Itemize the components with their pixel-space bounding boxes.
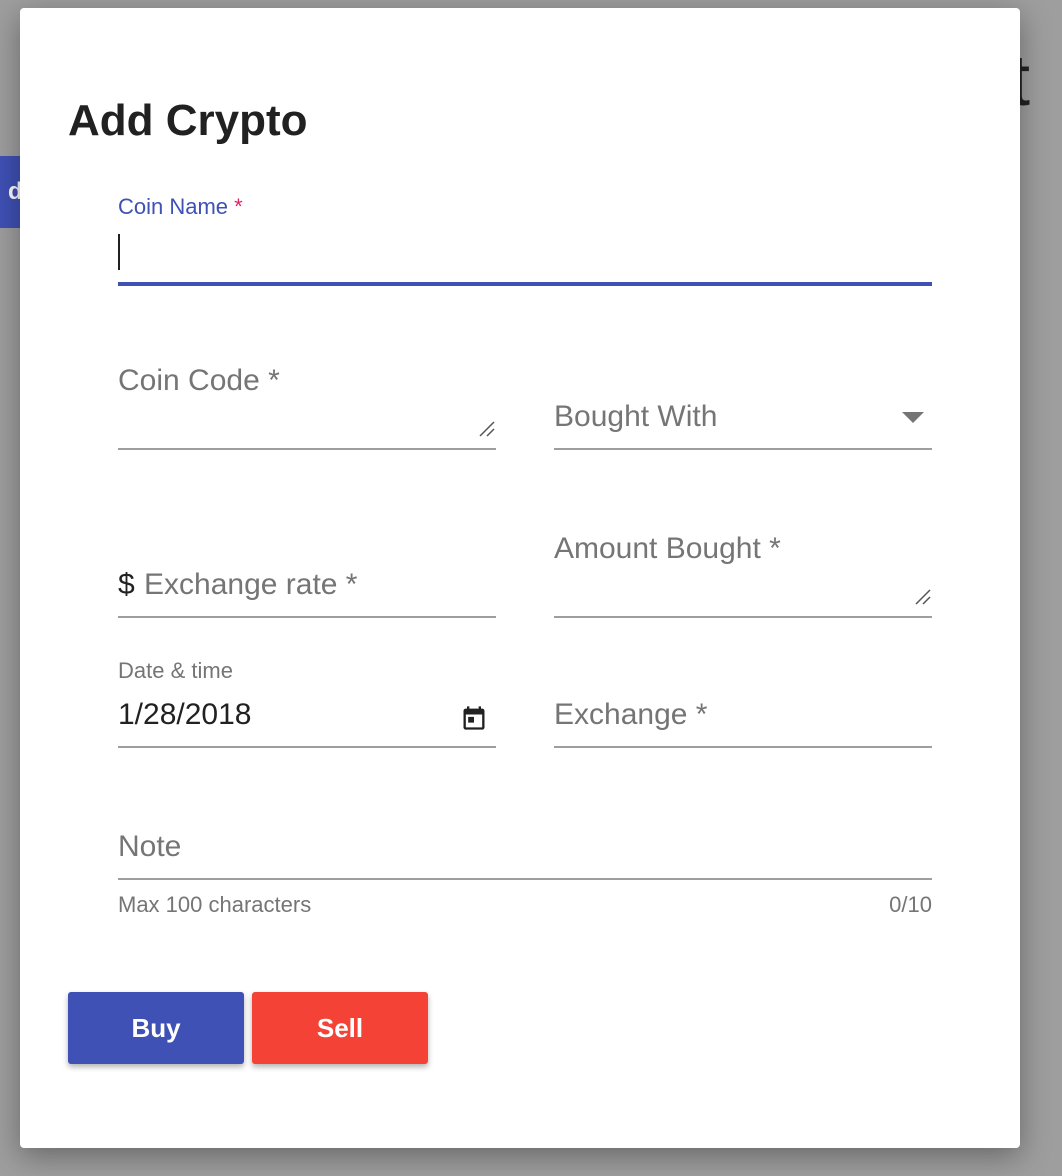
note-underline <box>118 878 932 880</box>
note-character-counter: 0/10 <box>889 892 932 917</box>
note-field[interactable]: Note <box>118 830 932 880</box>
amount-bought-underline <box>554 616 932 618</box>
note-helper-text: Max 100 characters <box>118 892 312 917</box>
exchange-field[interactable]: Exchange * <box>554 698 932 748</box>
coin-name-label: Coin Name * <box>118 194 243 219</box>
exchange-label: Exchange * <box>554 698 708 731</box>
currency-prefix: $ <box>118 568 135 601</box>
text-cursor <box>118 234 120 270</box>
add-crypto-dialog: Add Crypto Coin Name * Coin Code * Bough… <box>20 8 1020 1148</box>
coin-name-underline <box>118 282 932 286</box>
coin-name-field[interactable]: Coin Name * <box>118 194 932 286</box>
dropdown-arrow-icon[interactable] <box>902 412 924 423</box>
bought-with-label: Bought With <box>554 400 718 433</box>
exchange-rate-label: Exchange rate * <box>144 568 358 601</box>
amount-bought-field[interactable]: Amount Bought * <box>554 532 932 618</box>
bought-with-underline <box>554 448 932 450</box>
amount-bought-label: Amount Bought * <box>554 532 781 565</box>
dialog-title: Add Crypto <box>68 96 308 145</box>
resize-handle-icon[interactable] <box>478 420 496 438</box>
calendar-icon[interactable] <box>460 704 488 732</box>
date-time-value: 1/28/2018 <box>118 698 252 731</box>
coin-code-underline <box>118 448 496 450</box>
exchange-rate-field[interactable]: $ Exchange rate * <box>118 568 496 618</box>
note-label: Note <box>118 830 182 863</box>
bought-with-select[interactable]: Bought With <box>554 400 932 450</box>
resize-handle-icon[interactable] <box>914 588 932 606</box>
exchange-rate-underline <box>118 616 496 618</box>
date-time-label: Date & time <box>118 658 233 683</box>
date-time-field[interactable]: Date & time 1/28/2018 <box>118 658 496 748</box>
coin-code-label: Coin Code * <box>118 364 280 397</box>
coin-code-field[interactable]: Coin Code * <box>118 364 496 450</box>
buy-button[interactable]: Buy <box>68 992 244 1064</box>
date-time-underline <box>118 746 496 748</box>
sell-button[interactable]: Sell <box>252 992 428 1064</box>
exchange-underline <box>554 746 932 748</box>
